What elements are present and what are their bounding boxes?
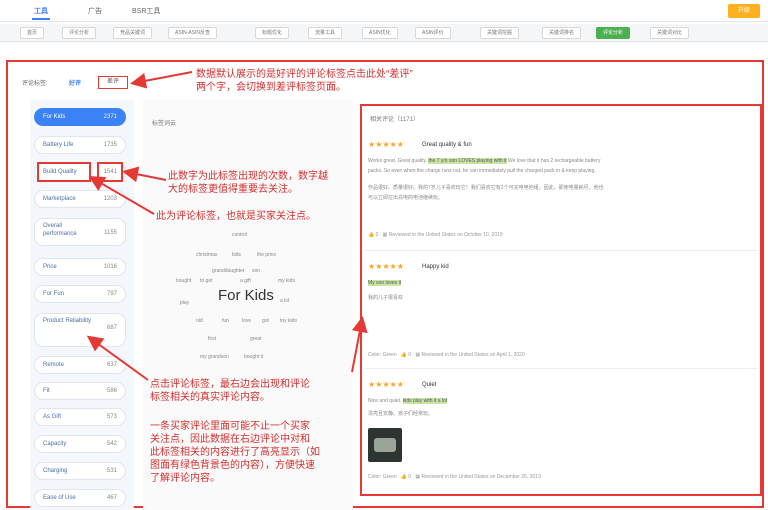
arrow-to-negative-tab xyxy=(130,71,193,89)
arrow-to-count xyxy=(122,166,167,183)
arrow-to-tag xyxy=(88,175,155,215)
annotation-arrows xyxy=(86,71,368,381)
arrow-to-reviews xyxy=(351,316,368,373)
arrow-to-tag-click xyxy=(86,335,149,381)
